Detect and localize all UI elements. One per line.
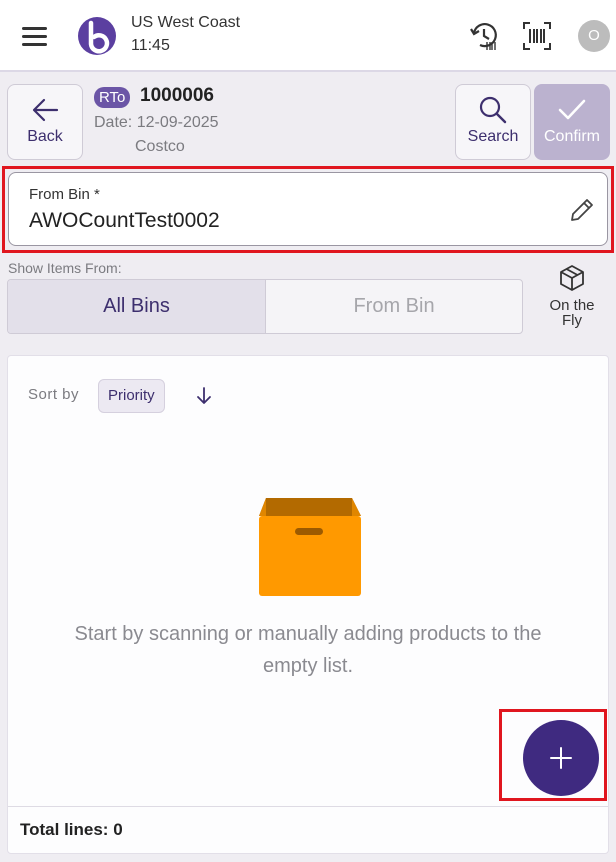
empty-message-line1: Start by scanning or manually adding pro… (74, 623, 542, 645)
document-date: Date: 12-09-2025 (94, 114, 219, 131)
back-label: Back (27, 128, 63, 145)
from-bin-label: From Bin * (29, 186, 100, 203)
sort-direction-arrow-icon[interactable] (194, 386, 214, 406)
empty-list-message: Start by scanning or manually adding pro… (28, 618, 588, 682)
on-the-fly-label: On the Fly (530, 298, 614, 328)
document-type-badge: RTo (94, 87, 131, 108)
search-icon (479, 96, 507, 124)
toggle-from-bin[interactable]: From Bin (266, 280, 522, 333)
confirm-label: Confirm (543, 128, 600, 145)
clock-time: 11:45 (131, 37, 170, 54)
user-avatar[interactable]: O (578, 20, 610, 52)
from-bin-value: AWOCountTest0002 (29, 209, 220, 232)
footer-divider (8, 806, 608, 807)
search-button[interactable]: Search (455, 84, 531, 160)
brand-logo (78, 17, 116, 55)
items-list-panel: Sort by Priority Start by scanning or ma… (7, 355, 609, 854)
menu-icon[interactable] (14, 18, 54, 54)
barcode-scan-icon[interactable] (521, 20, 553, 52)
empty-box-illustration (259, 498, 361, 596)
sort-priority-chip[interactable]: Priority (98, 379, 165, 413)
on-the-fly-line2: Fly (562, 312, 582, 329)
empty-message-line2: empty list. (262, 655, 354, 677)
arrow-left-icon (32, 98, 59, 122)
history-sync-icon[interactable] (468, 20, 500, 52)
plus-icon (550, 747, 572, 769)
show-items-toggle: All Bins From Bin (7, 279, 523, 334)
toggle-all-bins[interactable]: All Bins (8, 280, 266, 333)
pencil-edit-icon[interactable] (567, 195, 597, 225)
checkmark-icon (558, 99, 586, 120)
sort-by-label: Sort by (28, 386, 80, 403)
document-number: 1000006 (140, 85, 214, 106)
site-name: US West Coast (131, 14, 241, 31)
customer-name: Costco (135, 138, 185, 155)
show-items-label: Show Items From: (8, 260, 122, 276)
on-the-fly-button[interactable]: On the Fly (530, 264, 614, 330)
back-button[interactable]: Back (7, 84, 83, 160)
total-lines: Total lines: 0 (20, 820, 123, 839)
from-bin-field[interactable]: From Bin * AWOCountTest0002 (8, 172, 608, 246)
search-label: Search (467, 128, 519, 145)
add-item-button[interactable] (523, 720, 599, 796)
confirm-button[interactable]: Confirm (534, 84, 610, 160)
on-the-fly-line1: On the (549, 297, 595, 314)
package-cube-icon (560, 265, 584, 291)
app-bar: US West Coast 11:45 O (0, 0, 616, 72)
